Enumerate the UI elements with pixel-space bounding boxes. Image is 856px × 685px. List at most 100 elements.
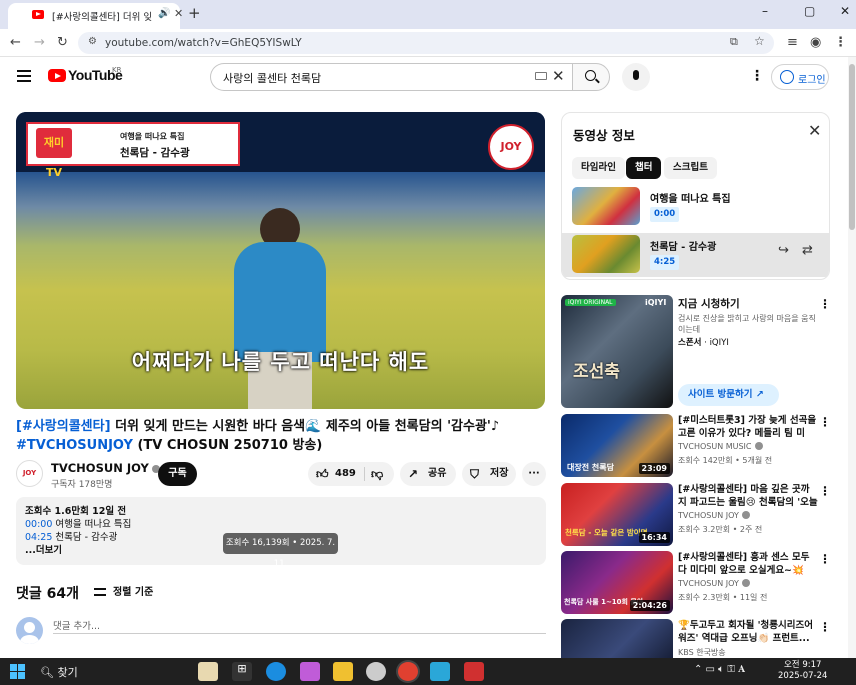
bookmark-star-icon[interactable]: ☆ [754, 34, 765, 48]
region-code: KR [112, 66, 122, 74]
video-menu-icon[interactable]: ⋮ [819, 620, 830, 634]
video-title[interactable]: [#사랑의콜센타] 흥과 센스 모두 다 미다미 앞으로 오실게요~💥 천... [678, 551, 818, 577]
recommended-video[interactable]: 🏆두고두고 회자될 '청룡시리즈어워즈' 역대급 오프닝👏🏻 프런트... KB… [561, 619, 830, 658]
panel-close-icon[interactable]: ✕ [808, 121, 821, 140]
like-icon[interactable]: 👍︎ [316, 462, 329, 486]
video-views: 조회수 3.2만회 • 2주 전 [678, 525, 763, 534]
chrome-icon[interactable] [398, 662, 418, 681]
widgets-icon[interactable] [198, 662, 218, 681]
new-tab-button[interactable]: + [188, 4, 201, 22]
system-tray[interactable]: ⌃ ▭ 🔈︎ ⚿ 𝐀 [694, 664, 745, 675]
video-thumbnail[interactable]: 천록담 - 오늘 같은 밤이면 16:34 [561, 483, 673, 546]
minimize-button[interactable]: – [762, 4, 768, 18]
video-subtitle: 어쩌다가 나를 두고 떠난다 해도 [131, 350, 430, 374]
scrollbar-thumb[interactable] [849, 64, 855, 230]
channel-name[interactable]: KBS 한국방송 [678, 647, 726, 658]
voice-search-button[interactable] [622, 63, 650, 91]
chapter-item[interactable]: 여행을 떠나요 특집 0:00 [562, 185, 829, 229]
bookmark-icon: ⛉ [470, 467, 480, 481]
recommended-video[interactable]: 천록담 - 오늘 같은 밤이면 16:34 [#사랑의콜센타] 마음 깊은 곳까… [561, 483, 831, 547]
tab-transcript[interactable]: 스크립트 [664, 157, 717, 179]
tab-title: [#사랑의콜센타] 더위 잊게 [52, 12, 152, 23]
search-button[interactable] [572, 63, 610, 91]
ad-menu-icon[interactable]: ⋮ [819, 297, 831, 311]
video-thumbnail[interactable] [561, 619, 673, 658]
settings-menu-icon[interactable]: ⋮ [750, 68, 764, 84]
app-icon[interactable] [430, 662, 450, 681]
taskbar-clock[interactable]: 오전 9:17 2025-07-24 [778, 660, 827, 682]
copilot-icon[interactable] [300, 662, 320, 681]
keyboard-icon[interactable] [535, 72, 547, 80]
program-overlay: 재미TV 여행을 떠나요 특집 천록담 - 감수광 [26, 122, 240, 179]
video-thumbnail[interactable]: 천록담 사룰 1~10회 몰아 2:04:26 [561, 551, 673, 614]
video-menu-icon[interactable]: ⋮ [819, 415, 831, 429]
profile-icon[interactable]: ◉ [810, 35, 821, 50]
reload-icon[interactable]: ↻ [57, 35, 68, 50]
recommended-video[interactable]: 대장전 천록담 23:09 [#미스터트롯3] 가장 늦게 선곡을 고른 이유가… [561, 414, 831, 478]
video-title[interactable]: [#사랑의콜센타] 마음 깊은 곳까지 파고드는 울림😢 천록담의 '오늘 ..… [678, 483, 818, 509]
video-thumbnail[interactable]: 대장전 천록담 23:09 [561, 414, 673, 477]
more-actions-button[interactable]: ··· [522, 462, 546, 486]
back-icon[interactable]: ← [10, 35, 21, 50]
channel-name[interactable]: TVCHOSUN JOY [678, 511, 750, 520]
save-button[interactable]: ⛉ 저장 [462, 462, 516, 486]
video-title[interactable]: [#미스터트롯3] 가장 늦게 선곡을 고른 이유가 있다? 메들리 팀 미션.… [678, 414, 818, 440]
chapter-timestamp-2[interactable]: 04:25 [25, 532, 52, 543]
chapter-timestamp-1[interactable]: 00:00 [25, 519, 52, 530]
install-app-icon[interactable]: ⧉ [730, 35, 738, 49]
edge-icon[interactable] [266, 662, 286, 681]
comment-input[interactable]: 댓글 추가... [53, 618, 546, 634]
search-input[interactable]: 사랑의 콜센타 천록담 ✕ [210, 63, 572, 91]
share-icon: ↗ [408, 467, 419, 481]
title-hashtag-2[interactable]: #TVCHOSUNJOY [16, 438, 133, 453]
share-button[interactable]: ↗ 공유 [400, 462, 456, 486]
file-explorer-icon[interactable] [333, 662, 353, 681]
app-icon[interactable] [366, 662, 386, 681]
channel-avatar[interactable]: JOY [16, 460, 43, 487]
task-view-icon[interactable]: ⊞ [232, 662, 252, 681]
tab-timeline[interactable]: 타임라인 [572, 157, 625, 179]
address-bar[interactable]: ⚙ youtube.com/watch?v=GhEQ5YISwLY ⧉ ☆ [78, 32, 774, 54]
site-info-icon[interactable]: ⚙ [88, 36, 97, 47]
recommended-video[interactable]: 천록담 사룰 1~10회 몰아 2:04:26 [#사랑의콜센타] 흥과 센스 … [561, 551, 831, 615]
tab-chapters[interactable]: 챕터 [626, 157, 662, 179]
hamburger-menu-icon[interactable] [17, 70, 31, 82]
video-menu-icon[interactable]: ⋮ [819, 552, 831, 566]
chapter-share-icon[interactable]: ↪ [778, 243, 789, 258]
channel-name[interactable]: TVCHOSUN MUSIC [678, 442, 763, 451]
app-icon[interactable] [464, 662, 484, 681]
microphone-icon [633, 70, 639, 80]
media-control-icon[interactable]: ≡ [787, 35, 798, 50]
close-window-button[interactable]: ✕ [840, 4, 850, 18]
visit-site-button[interactable]: 사이트 방문하기 ↗ [678, 384, 779, 406]
video-player[interactable]: 재미TV 여행을 떠나요 특집 천록담 - 감수광 JOY 어쩌다가 나를 두고… [16, 112, 545, 409]
video-title[interactable]: 🏆두고두고 회자될 '청룡시리즈어워즈' 역대급 오프닝👏🏻 프런트... [678, 619, 818, 645]
forward-icon[interactable]: → [34, 35, 45, 50]
speaker-icon[interactable]: 🔊 [158, 8, 170, 19]
sort-button[interactable]: 정렬 기준 [94, 583, 153, 598]
video-menu-icon[interactable]: ⋮ [819, 484, 831, 498]
chapter-loop-icon[interactable]: ⇄ [802, 243, 813, 258]
dislike-icon[interactable]: 👎︎ [371, 462, 383, 486]
channel-name[interactable]: TVCHOSUN JOY [51, 461, 160, 475]
subscribe-button[interactable]: 구독 [158, 462, 197, 486]
ad-thumbnail[interactable]: iQIYI ORIGINAL iQIYI 조선축 [561, 295, 673, 408]
windows-start-icon[interactable] [10, 664, 25, 679]
sponsored-ad[interactable]: iQIYI ORIGINAL iQIYI 조선축 지금 시청하기 검시로 진상을… [561, 295, 831, 409]
browser-tab[interactable]: [#사랑의콜센타] 더위 잊게 🔊 ✕ [8, 3, 183, 29]
tab-close-icon[interactable]: ✕ [174, 7, 183, 20]
like-count[interactable]: 489 [335, 462, 356, 486]
title-hashtag-1[interactable]: [#사랑의콜센타] [16, 419, 111, 434]
channel-name[interactable]: TVCHOSUN JOY [678, 579, 750, 588]
taskbar-search[interactable]: 🔍︎ 찾기 [40, 664, 78, 680]
singer-figure [234, 242, 326, 362]
chapter-item[interactable]: 천록담 - 감수광 4:25 ↪ ⇄ [562, 233, 829, 277]
ad-title[interactable]: 지금 시청하기 [678, 296, 740, 311]
maximize-button[interactable]: ▢ [804, 4, 815, 18]
youtube-logo-icon[interactable] [48, 69, 66, 82]
share-label: 공유 [428, 468, 447, 479]
login-button[interactable]: 로그인 [771, 64, 829, 90]
browser-menu-icon[interactable]: ⋮ [834, 35, 847, 50]
thumb-text: 대장전 천록담 [567, 463, 614, 472]
clear-search-icon[interactable]: ✕ [552, 67, 565, 85]
